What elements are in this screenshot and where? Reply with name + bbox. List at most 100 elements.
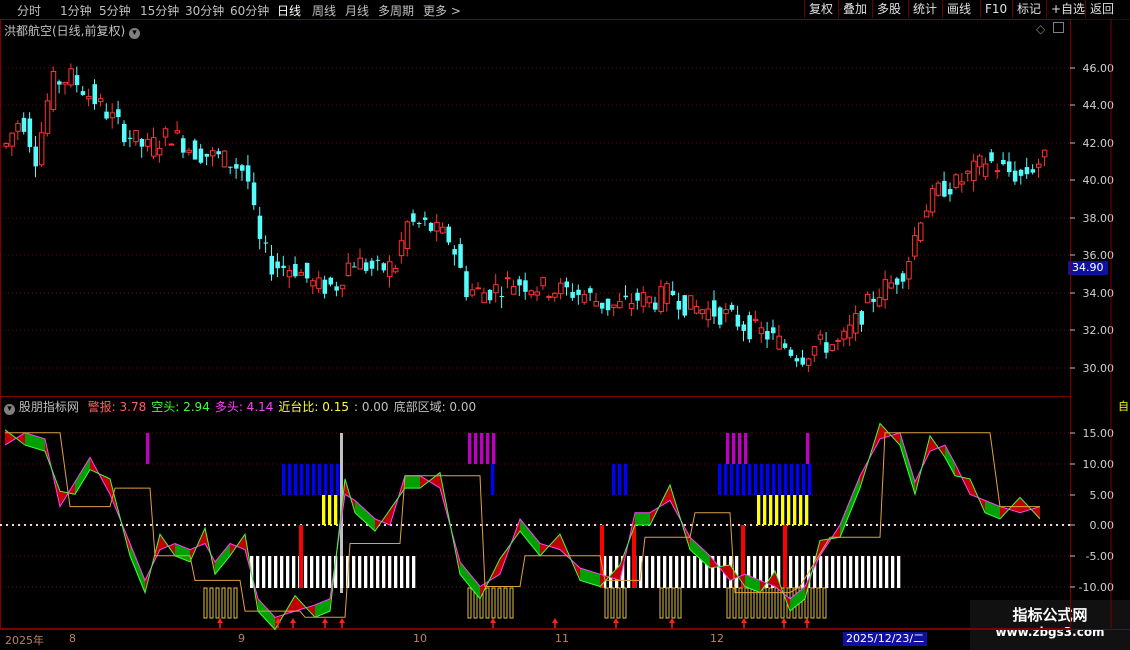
ribbon-segment	[175, 543, 190, 562]
candle-body-down	[670, 290, 676, 296]
white-bar	[687, 556, 691, 588]
ribbon-segment	[245, 534, 258, 612]
tab-more[interactable]: 更多 >	[423, 2, 461, 19]
ribbon-segment	[110, 478, 130, 556]
ribbon-segment	[60, 481, 75, 507]
white-bar	[250, 556, 254, 588]
mark-button[interactable]: 标记	[1012, 0, 1045, 18]
ribbon-segment	[160, 534, 175, 556]
white-bar	[645, 556, 649, 588]
buy-arrow-icon	[669, 618, 675, 623]
candle-body-up	[15, 122, 21, 132]
white-bar	[609, 556, 613, 588]
candle-body-up	[687, 295, 694, 310]
maximize-icon[interactable]	[1053, 22, 1064, 33]
yellow-bar	[328, 495, 332, 525]
hollow-bar	[822, 587, 827, 619]
chevron-down-icon[interactable]: ▾	[129, 28, 141, 39]
tab-15min[interactable]: 15分钟	[140, 2, 179, 19]
white-bar	[412, 556, 416, 588]
tab-multi-period[interactable]: 多周期	[378, 2, 414, 19]
white-bar	[639, 556, 643, 588]
candle-body-down	[411, 213, 416, 222]
ribbon-segment	[345, 478, 355, 513]
candle-body-down	[499, 295, 505, 297]
candle-body-down	[989, 152, 994, 162]
blue-bar	[778, 464, 782, 495]
yellow-bar	[775, 495, 779, 525]
magenta-bar	[480, 433, 484, 464]
white-bar	[292, 556, 296, 588]
candle-body-up	[44, 100, 51, 134]
ribbon-segment	[690, 537, 710, 569]
tab-30min[interactable]: 30分钟	[185, 2, 224, 19]
buy-arrow-icon	[322, 618, 328, 623]
white-bar	[861, 556, 865, 588]
candle-body-up	[3, 143, 9, 147]
candle-body-up	[9, 132, 15, 147]
candle-body-down	[116, 109, 121, 118]
tab-1min[interactable]: 1分钟	[60, 2, 92, 19]
tab-daily[interactable]: 日线	[277, 2, 301, 19]
add-watchlist-button[interactable]: +自选	[1046, 0, 1089, 18]
ribbon-segment	[775, 571, 790, 612]
blue-bar	[618, 464, 622, 495]
multi-stock-button[interactable]: 多股	[872, 0, 905, 18]
ribbon-segment	[670, 485, 690, 550]
candle-body-up	[493, 284, 499, 294]
magenta-bar	[492, 433, 496, 464]
fuquan-button[interactable]: 复权	[804, 0, 837, 18]
yellow-bar	[799, 495, 803, 525]
hollow-bar	[604, 587, 609, 619]
candle-body-up	[977, 155, 983, 168]
tab-60min[interactable]: 60分钟	[230, 2, 269, 19]
yellow-bar	[787, 495, 791, 525]
candle-body-down	[269, 255, 274, 275]
blue-bar	[742, 464, 746, 495]
white-bar	[855, 556, 859, 588]
draw-line-button[interactable]: 画线	[942, 0, 975, 18]
ribbon-segment	[275, 595, 295, 630]
candle-body-down	[712, 300, 717, 317]
candle-body-down	[192, 140, 198, 160]
collapse-icon[interactable]: ▾	[4, 404, 15, 415]
tab-monthly[interactable]: 月线	[345, 2, 369, 19]
white-bar	[741, 556, 745, 588]
sub-y-tick-0: 0.00	[1089, 519, 1115, 532]
candle-body-down	[352, 266, 357, 268]
red-bar	[600, 525, 604, 588]
candle-body-down	[871, 298, 876, 302]
diamond-icon[interactable]: ◇	[1036, 22, 1045, 36]
tab-fenshi[interactable]: 分时	[17, 2, 41, 19]
candle-body-up	[168, 143, 175, 146]
candle-body-down	[417, 223, 422, 225]
white-bar	[765, 556, 769, 588]
candle-body-up	[469, 289, 476, 296]
hollow-bar	[503, 587, 508, 619]
ribbon-segment	[560, 534, 580, 581]
candle-body-down	[234, 164, 239, 169]
tab-5min[interactable]: 5分钟	[99, 2, 131, 19]
ribbon-segment	[520, 518, 540, 556]
candle-body-up	[528, 290, 535, 296]
candle-body-down	[942, 180, 947, 197]
blue-bar	[736, 464, 740, 495]
tab-weekly[interactable]: 周线	[312, 2, 336, 19]
f10-button[interactable]: F10	[980, 0, 1011, 18]
candle-body-down	[517, 279, 522, 286]
statistics-button[interactable]: 统计	[908, 0, 941, 18]
candle-body-up	[546, 296, 552, 299]
date-label-sep: 9	[238, 632, 245, 645]
back-button[interactable]: 返回	[1085, 0, 1118, 18]
white-bar	[867, 556, 871, 588]
y-tick-40: 40.00	[1082, 174, 1115, 187]
yellow-bar	[805, 495, 809, 525]
cursor-date-badge: 2025/12/23/二	[843, 632, 928, 646]
white-bar	[753, 556, 757, 588]
overlay-button[interactable]: 叠加	[838, 0, 871, 18]
candle-body-up	[923, 210, 930, 218]
white-bar	[663, 556, 667, 588]
candle-body-down	[900, 273, 906, 282]
candle-body-down	[1030, 169, 1036, 173]
white-bar	[873, 556, 877, 588]
